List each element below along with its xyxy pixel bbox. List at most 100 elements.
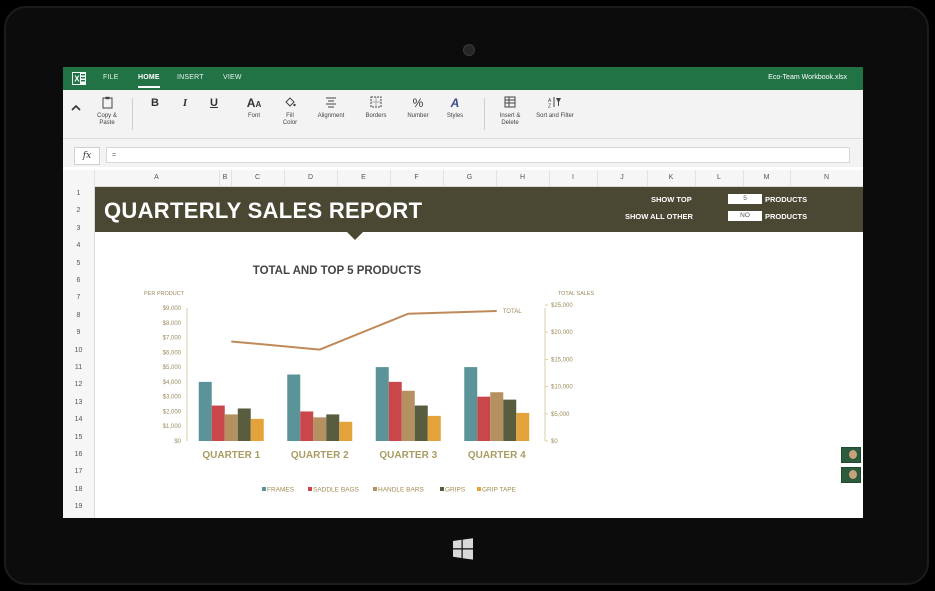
row-header[interactable]: 2 [63,207,94,214]
row-header[interactable]: 14 [63,416,94,423]
row-headers: 1 2 3 4 5 6 7 8 9 10 11 12 13 14 15 16 17 18 19 [63,186,95,518]
row-header[interactable]: 7 [63,294,94,301]
y-tick-label: $8,000 [163,321,182,327]
column-header[interactable]: I [549,174,597,181]
show-top-input[interactable]: 5 [728,194,762,204]
font-label: Font [247,113,260,119]
column-header[interactable]: J [597,174,647,181]
column-header[interactable]: C [231,174,284,181]
column-header[interactable]: F [390,174,443,181]
legend-label: HANDLE BARS [378,487,425,494]
row-header[interactable]: 16 [63,451,94,458]
tab-insert[interactable]: INSERT [177,74,204,81]
excel-logo-icon: X [72,72,86,85]
legend-swatch [308,487,312,491]
bar-grip-tape [339,421,353,441]
column-header[interactable]: B [219,174,231,181]
row-header[interactable]: 17 [63,468,94,475]
italic-button[interactable]: I [179,96,191,113]
collaborator-avatar[interactable] [841,447,861,463]
bar-grips [503,399,517,441]
bar-grip-tape [427,415,441,441]
fill-color-label: Fill Color [282,113,298,126]
row-header[interactable]: 15 [63,434,94,441]
sort-filter-button[interactable]: AZ Sort and Filter [535,96,575,120]
row-header[interactable]: 11 [63,364,94,371]
row-header[interactable]: 12 [63,381,94,388]
bar-saddle-bags [300,411,314,441]
bar-saddle-bags [388,381,402,441]
row-header[interactable]: 3 [63,225,94,232]
number-button[interactable]: % Number [403,96,433,120]
row-header[interactable]: 8 [63,312,94,319]
bar-handle-bars [401,390,415,441]
styles-label: Styles [446,113,464,119]
banner-notch [347,232,363,240]
show-all-other-input[interactable]: NO [728,211,762,221]
column-header[interactable]: M [743,174,790,181]
y-tick-label: $2,000 [163,409,182,415]
collapse-ribbon-button[interactable] [71,104,81,115]
column-header[interactable]: E [337,174,390,181]
legend-swatch [373,487,377,491]
ribbon: Copy & Paste B I U AA Font Fill Color Al… [63,90,863,139]
legend-swatch [440,487,444,491]
column-header[interactable]: A [94,174,219,181]
alignment-button[interactable]: Alignment [315,96,347,120]
tab-home[interactable]: HOME [138,74,160,88]
bar-handle-bars [490,392,504,441]
font-button[interactable]: AA Font [243,96,265,120]
borders-button[interactable]: Borders [363,96,389,120]
bar-grips [414,405,428,441]
column-header[interactable]: G [443,174,496,181]
row-header[interactable]: 19 [63,503,94,510]
category-label: QUARTER 4 [468,450,526,461]
column-header[interactable]: N [790,174,863,181]
underline-button[interactable]: U [206,96,222,113]
row-header[interactable]: 18 [63,486,94,493]
font-size-icon: AA [246,96,262,110]
alignment-label: Alignment [317,113,345,119]
bar-handle-bars [313,417,327,441]
bar-frames [464,367,478,441]
y-tick-label: $5,000 [163,365,182,371]
show-all-other-suffix: PRODUCTS [765,212,808,221]
row-header[interactable]: 5 [63,260,94,267]
column-header[interactable]: K [647,174,695,181]
row-header[interactable]: 4 [63,242,94,249]
row-header[interactable]: 13 [63,399,94,406]
total-line [231,309,497,351]
formula-input[interactable]: = [106,147,850,163]
column-header[interactable]: H [496,174,549,181]
row-header[interactable]: 6 [63,277,94,284]
category-label: QUARTER 1 [202,450,260,461]
bold-button[interactable]: B [149,96,161,113]
row-header[interactable]: 9 [63,329,94,336]
y2-tick-label: $10,000 [551,385,573,391]
y-tick-label: $7,000 [163,336,182,342]
y-tick-label: $0 [174,439,181,445]
category-label: QUARTER 2 [291,450,349,461]
copy-paste-button[interactable]: Copy & Paste [93,96,121,127]
fill-color-button[interactable]: Fill Color [279,96,301,127]
row-header[interactable]: 10 [63,347,94,354]
copy-paste-label: Copy & Paste [97,113,117,126]
styles-button[interactable]: A Styles [443,96,467,120]
y-tick-label: $9,000 [163,306,182,312]
collaborator-avatar[interactable] [841,467,861,483]
column-header[interactable]: D [284,174,337,181]
tab-view[interactable]: VIEW [223,74,242,81]
bar-saddle-bags [477,396,491,441]
column-headers: ABCDEFGHIJKLMN [63,170,863,187]
borders-icon [363,96,389,110]
insert-delete-button[interactable]: Insert & Delete [495,96,525,127]
row-header[interactable]: 1 [63,190,94,197]
insert-function-button[interactable]: fx [74,147,100,165]
sales-chart: TOTAL AND TOP 5 PRODUCTS PER PRODUCT TOTAL… [144,265,594,494]
legend-label: SADDLE BAGS [313,487,360,494]
y2-tick-label: $25,000 [551,303,573,309]
total-line-label: TOTAL [503,309,522,315]
tab-file[interactable]: FILE [103,74,119,81]
column-header[interactable]: L [695,174,743,181]
windows-start-button[interactable] [451,537,475,561]
